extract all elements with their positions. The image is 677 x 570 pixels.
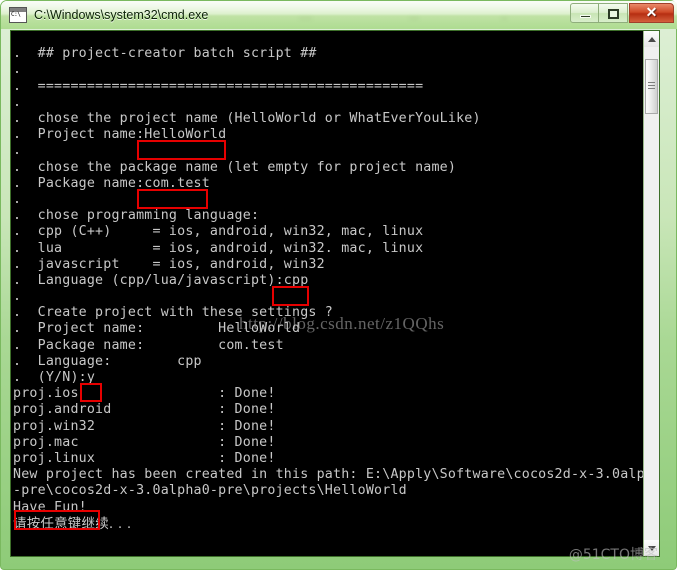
- close-button[interactable]: ✕: [629, 3, 674, 23]
- console-line: . (Y/N):y: [13, 370, 96, 386]
- console-vertical-scrollbar[interactable]: [643, 31, 659, 556]
- console-line: proj.ios : Done!: [13, 386, 276, 402]
- console-line: Have Fun!: [13, 499, 87, 515]
- console-line: . lua = ios, android, win32. mac, linux: [13, 240, 424, 256]
- chevron-up-icon: [647, 36, 656, 42]
- scroll-up-arrow[interactable]: [644, 31, 659, 47]
- minimize-button[interactable]: [570, 3, 599, 23]
- titlebar-ghost-label-2: ...: [409, 8, 420, 22]
- maximize-button[interactable]: [599, 3, 628, 23]
- window-title: C:\Windows\system32\cmd.exe: [34, 8, 209, 22]
- minimize-icon: [580, 15, 591, 18]
- maximize-icon: [608, 9, 619, 19]
- scroll-down-arrow[interactable]: [644, 540, 659, 556]
- console-line: -pre\cocos2d-x-3.0alpha0-pre\projects\He…: [13, 483, 407, 499]
- console-line: .: [13, 94, 22, 110]
- console-line: .: [13, 289, 22, 305]
- console-line: .: [13, 62, 22, 78]
- console-line: proj.android : Done!: [13, 402, 276, 418]
- console-client-area[interactable]: . ## project-creator batch script ##.. =…: [10, 30, 660, 557]
- console-line: proj.mac : Done!: [13, 434, 276, 450]
- console-line: 请按任意键继续. . .: [13, 515, 132, 532]
- console-line: . Create project with these settings ?: [13, 305, 334, 321]
- console-line: . Language (cpp/lua/javascript):cpp: [13, 272, 309, 288]
- scroll-thumb-grip-icon: [648, 82, 655, 89]
- console-line: . Package name: com.test: [13, 337, 284, 353]
- console-line: . chose the package name (let empty for …: [13, 159, 457, 175]
- chevron-down-icon: [647, 545, 656, 551]
- cmd-console-icon: [9, 7, 27, 23]
- console-line: . chose the project name (HelloWorld or …: [13, 111, 481, 127]
- close-icon: ✕: [645, 5, 658, 21]
- console-line: . Project name:HelloWorld: [13, 127, 227, 143]
- console-output: . ## project-creator batch script ##.. =…: [11, 44, 660, 556]
- window-titlebar[interactable]: C:\Windows\system32\cmd.exe .... ... .. …: [1, 1, 677, 29]
- console-line: . Project name: HelloWorld: [13, 321, 301, 337]
- console-line: . Package name:com.test: [13, 175, 210, 191]
- console-line: .: [13, 191, 22, 207]
- console-line: New project has been created in this pat…: [13, 467, 660, 483]
- scroll-thumb[interactable]: [645, 59, 658, 114]
- console-line: .: [13, 143, 22, 159]
- console-line: . ======================================…: [13, 78, 424, 94]
- console-line: . chose programming language:: [13, 208, 260, 224]
- console-line: proj.linux : Done!: [13, 450, 276, 466]
- window-controls: ✕: [570, 3, 674, 23]
- console-line: . Language: cpp: [13, 353, 202, 369]
- titlebar-ghost-label-1: ....: [299, 8, 313, 22]
- console-line: . ## project-creator batch script ##: [13, 46, 317, 62]
- console-line: proj.win32 : Done!: [13, 418, 276, 434]
- console-line: . cpp (C++) = ios, android, win32, mac, …: [13, 224, 424, 240]
- titlebar-ghost-label-3: ..: [501, 8, 508, 22]
- console-line: . javascript = ios, android, win32: [13, 256, 325, 272]
- cmd-window: C:\Windows\system32\cmd.exe .... ... .. …: [0, 0, 677, 570]
